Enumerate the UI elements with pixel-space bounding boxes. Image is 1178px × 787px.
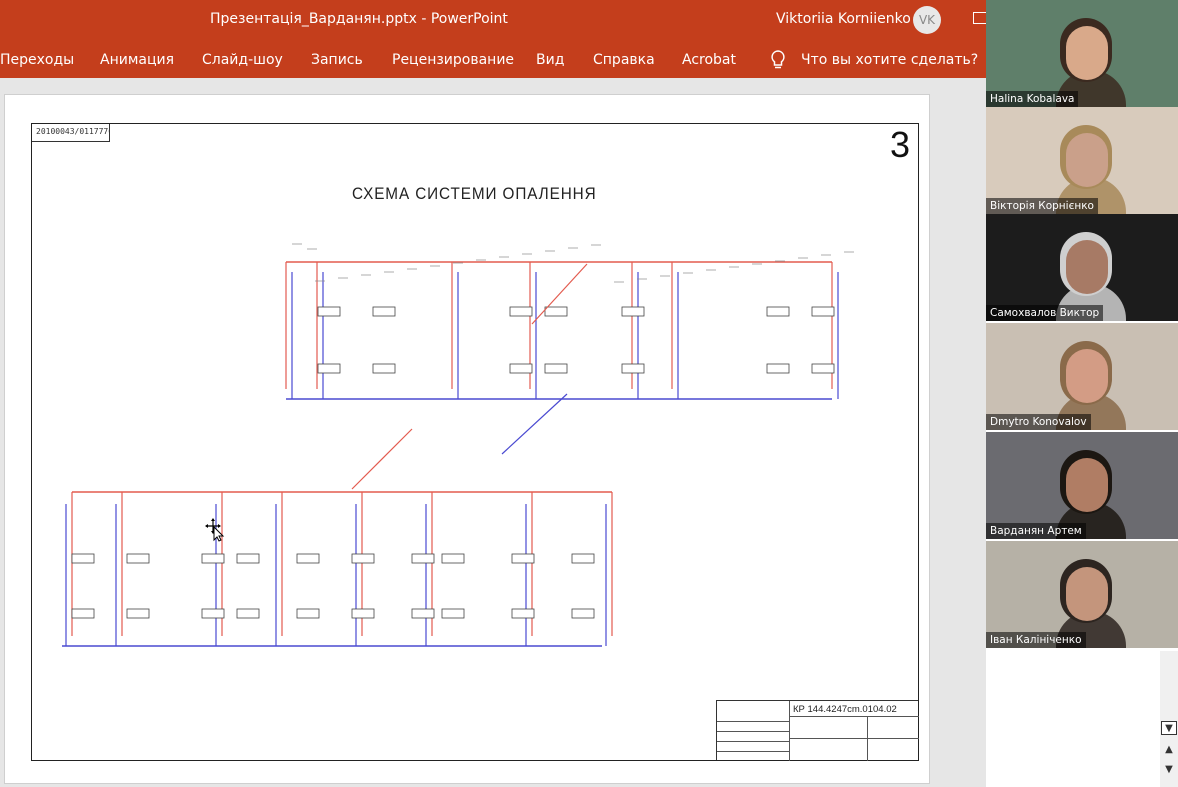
radiator [71, 608, 95, 619]
supply-connector [351, 428, 413, 490]
radiator [811, 306, 835, 317]
title-block-code: КР 144.4247сm.0104.02 [793, 704, 897, 715]
radiator [621, 306, 645, 317]
radiator [201, 608, 225, 619]
radiator [766, 306, 790, 317]
radiator [571, 553, 595, 564]
radiator [811, 363, 835, 374]
radiator [766, 363, 790, 374]
participant-name: Іван Калініченко [986, 632, 1086, 648]
radiator [236, 553, 260, 564]
participant-name: Вікторія Корнієнко [986, 198, 1098, 214]
account-avatar[interactable]: VK [913, 6, 941, 34]
participant-tile[interactable]: Самохвалов Виктор [986, 214, 1178, 321]
radiator [571, 608, 595, 619]
participant-tile[interactable]: Іван Калініченко [986, 541, 1178, 648]
participant-tile[interactable]: Варданян Артем [986, 432, 1178, 539]
scroll-down-icon[interactable]: ▼ [1161, 721, 1177, 735]
slide-canvas[interactable]: 20100043/0117776 ф 3 СХЕМА СИСТЕМИ ОПАЛЕ… [4, 94, 930, 784]
radiator [411, 608, 435, 619]
radiator [126, 553, 150, 564]
radiator [351, 553, 375, 564]
tab-view[interactable]: Вид [536, 52, 564, 68]
radiator [511, 608, 535, 619]
video-gallery: Halina Kobalava Вікторія Корнієнко Самох… [986, 0, 1178, 787]
tell-me-search[interactable]: Что вы хотите сделать? [801, 52, 978, 68]
document-title: Презентація_Варданян.pptx - PowerPoint [210, 11, 508, 27]
radiator [126, 608, 150, 619]
participant-tile[interactable]: Вікторія Корнієнко [986, 107, 1178, 214]
tab-transitions[interactable]: Переходы [0, 52, 74, 68]
lightbulb-icon[interactable] [768, 48, 788, 72]
tab-slideshow[interactable]: Слайд-шоу [202, 52, 283, 68]
ribbon-display-icon[interactable] [973, 12, 986, 24]
radiator [544, 363, 568, 374]
title-bar: Презентація_Варданян.pptx - PowerPoint V… [0, 0, 986, 42]
radiator [351, 608, 375, 619]
move-cursor-icon [205, 518, 225, 542]
powerpoint-window: Презентація_Варданян.pptx - PowerPoint V… [0, 0, 986, 787]
radiator [201, 553, 225, 564]
radiator [296, 608, 320, 619]
radiator [544, 306, 568, 317]
return-connector [501, 393, 568, 455]
tab-review[interactable]: Рецензирование [392, 52, 514, 68]
scroll-up-icon[interactable]: ▲ [1161, 743, 1177, 757]
radiator [372, 306, 396, 317]
radiator [509, 363, 533, 374]
radiator [317, 363, 341, 374]
radiator [71, 553, 95, 564]
title-block: КР 144.4247сm.0104.02 [716, 700, 919, 761]
radiator [441, 608, 465, 619]
participant-name: Halina Kobalava [986, 91, 1079, 107]
radiator [236, 608, 260, 619]
scroll-bottom-icon[interactable]: ▼ [1161, 763, 1177, 777]
tab-record[interactable]: Запись [311, 52, 363, 68]
radiator [441, 553, 465, 564]
ribbon-tabs: Переходы Анимация Слайд-шоу Запись Рецен… [0, 42, 986, 78]
tab-animations[interactable]: Анимация [100, 52, 174, 68]
heating-scheme-diagram [62, 243, 854, 647]
radiator [372, 363, 396, 374]
drawing-frame: 20100043/0117776 ф 3 СХЕМА СИСТЕМИ ОПАЛЕ… [31, 123, 919, 761]
participant-name: Самохвалов Виктор [986, 305, 1104, 321]
radiator [509, 306, 533, 317]
account-name[interactable]: Viktoriia Korniienko [776, 11, 911, 27]
participant-name: Варданян Артем [986, 523, 1086, 539]
tab-acrobat[interactable]: Acrobat [682, 52, 736, 68]
participant-name: Dmytro Konovalov [986, 414, 1091, 430]
tab-help[interactable]: Справка [593, 52, 655, 68]
radiator [411, 553, 435, 564]
radiator [511, 553, 535, 564]
radiator [621, 363, 645, 374]
participant-tile[interactable]: Halina Kobalava [986, 0, 1178, 107]
radiator [317, 306, 341, 317]
gallery-scrollbar[interactable]: ▼ ▲ ▼ [1160, 651, 1178, 787]
participant-tile[interactable]: Dmytro Konovalov [986, 323, 1178, 430]
radiator [296, 553, 320, 564]
slide-editing-area: 20100043/0117776 ф 3 СХЕМА СИСТЕМИ ОПАЛЕ… [0, 78, 986, 787]
